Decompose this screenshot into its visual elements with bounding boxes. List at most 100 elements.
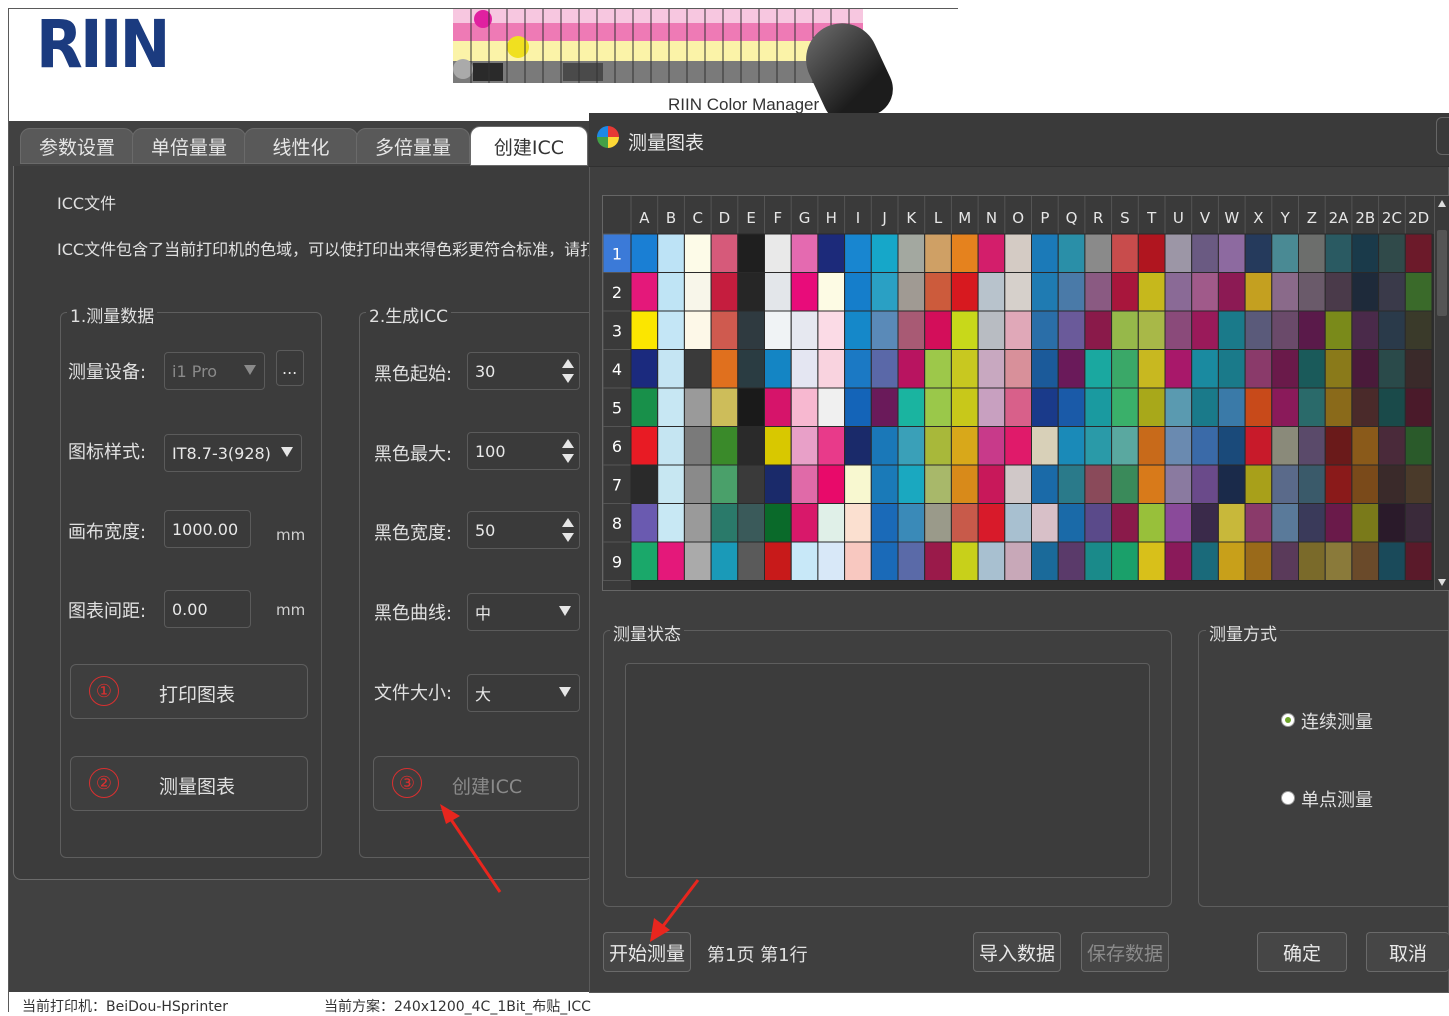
current-printer-text: 当前打印机：BeiDou-HSprinter	[22, 999, 229, 1015]
patch-H2	[817, 272, 846, 312]
patch-2C7	[1378, 464, 1406, 504]
column-header-O: O	[1012, 209, 1024, 227]
chart-gap-unit: mm	[276, 601, 306, 619]
column-header-N: N	[986, 209, 997, 227]
radio-selected-icon	[1281, 713, 1295, 727]
patch-X9	[1244, 541, 1273, 581]
import-data-button[interactable]: 导入数据	[973, 932, 1061, 972]
step-3-icon: ③	[392, 768, 422, 798]
black-curve-select[interactable]: 中	[467, 593, 580, 631]
patch-D7	[710, 464, 739, 504]
patch-U7	[1164, 464, 1193, 504]
patch-S1	[1111, 233, 1139, 273]
patch-T4	[1137, 349, 1166, 389]
black-max-spinbox[interactable]: 100	[467, 432, 580, 470]
patch-2B6	[1351, 426, 1380, 466]
tab-single-ink[interactable]: 单倍量量	[132, 128, 246, 164]
patch-N2	[977, 272, 1006, 312]
cancel-button[interactable]: 取消	[1366, 932, 1449, 972]
patch-F1	[764, 233, 792, 273]
patch-Y3	[1271, 310, 1299, 350]
spin-up-icon[interactable]	[561, 436, 575, 450]
save-data-button[interactable]: 保存数据	[1081, 932, 1169, 972]
patch-U5	[1164, 387, 1193, 427]
scroll-up-icon[interactable]	[1438, 200, 1446, 207]
create-icc-label: 创建ICC	[452, 776, 523, 798]
patch-N7	[977, 464, 1006, 504]
patch-2B4	[1351, 349, 1380, 389]
patch-T9	[1137, 541, 1166, 581]
black-start-value: 30	[475, 361, 496, 381]
patch-M9	[950, 541, 979, 581]
spin-down-icon[interactable]	[561, 452, 575, 466]
patch-S6	[1111, 426, 1139, 466]
patch-V3	[1191, 310, 1219, 350]
column-header-B: B	[666, 209, 676, 227]
patch-2D5	[1404, 387, 1433, 427]
device-select[interactable]: i1 Pro	[164, 352, 265, 390]
patch-W1	[1217, 233, 1246, 273]
patch-grid-scrollbar[interactable]	[1434, 196, 1449, 590]
tab-parameter-settings[interactable]: 参数设置	[20, 128, 134, 164]
patch-V8	[1191, 503, 1219, 543]
row-header-6: 6	[612, 437, 622, 456]
measure-chart-button[interactable]: ② 测量图表	[70, 756, 308, 811]
patch-D1	[710, 233, 739, 273]
tab-linearization[interactable]: 线性化	[244, 128, 358, 164]
scroll-down-icon[interactable]	[1438, 579, 1446, 586]
spin-down-icon[interactable]	[561, 372, 575, 386]
patch-I2	[844, 272, 872, 312]
patch-M3	[950, 310, 979, 350]
patch-A1	[630, 233, 659, 273]
single-point-mode-label: 单点测量	[1301, 790, 1373, 811]
column-header-M: M	[958, 209, 971, 227]
patch-A6	[630, 426, 659, 466]
measure-status-box	[625, 663, 1150, 878]
chart-gap-input[interactable]: 0.00	[164, 590, 251, 628]
patch-M8	[950, 503, 979, 543]
patch-N1	[977, 233, 1006, 273]
patch-Z4	[1298, 349, 1326, 389]
patch-grid[interactable]: A B C D E F G H I J K L M N O P Q R S T U V W X Y Z 2A 2B 2C 2D 1 2 3 4 5 6…	[602, 195, 1449, 591]
black-start-spinbox[interactable]: 30	[467, 352, 580, 390]
patch-B7	[657, 464, 685, 504]
patch-B3	[657, 310, 685, 350]
spin-down-icon[interactable]	[561, 531, 575, 545]
patch-S5	[1111, 387, 1139, 427]
patch-T7	[1137, 464, 1166, 504]
patch-J6	[870, 426, 899, 466]
column-header-V: V	[1200, 209, 1211, 227]
spin-up-icon[interactable]	[561, 515, 575, 529]
close-icon[interactable]	[1436, 117, 1449, 155]
patch-W8	[1217, 503, 1246, 543]
column-header-2C: 2C	[1382, 209, 1402, 227]
app-color-wheel-icon	[597, 126, 619, 148]
file-size-select[interactable]: 大	[467, 674, 580, 712]
patch-D4	[710, 349, 739, 389]
patch-2C8	[1378, 503, 1406, 543]
patch-I3	[844, 310, 872, 350]
patch-V6	[1191, 426, 1219, 466]
patch-2D3	[1404, 310, 1433, 350]
patch-I5	[844, 387, 872, 427]
patch-Q8	[1057, 503, 1086, 543]
chart-style-select[interactable]: IT8.7-3(928)	[164, 434, 302, 472]
black-width-label: 黑色宽度:	[374, 523, 453, 544]
black-width-spinbox[interactable]: 50	[467, 511, 580, 549]
patch-T3	[1137, 310, 1166, 350]
spin-up-icon[interactable]	[561, 356, 575, 370]
device-more-button[interactable]: ...	[276, 350, 304, 386]
tab-multi-ink[interactable]: 多倍量量	[356, 128, 470, 164]
patch-F6	[764, 426, 792, 466]
tab-create-icc[interactable]: 创建ICC	[470, 126, 588, 166]
patch-Q7	[1057, 464, 1086, 504]
scroll-thumb[interactable]	[1437, 230, 1447, 316]
ok-button[interactable]: 确定	[1257, 932, 1347, 972]
patch-C4	[683, 349, 712, 389]
print-chart-button[interactable]: ① 打印图表	[70, 664, 308, 719]
black-curve-label: 黑色曲线:	[374, 603, 453, 624]
canvas-width-input[interactable]: 1000.00	[164, 510, 251, 548]
patch-2C2	[1378, 272, 1406, 312]
patch-K1	[897, 233, 926, 273]
patch-S2	[1111, 272, 1139, 312]
